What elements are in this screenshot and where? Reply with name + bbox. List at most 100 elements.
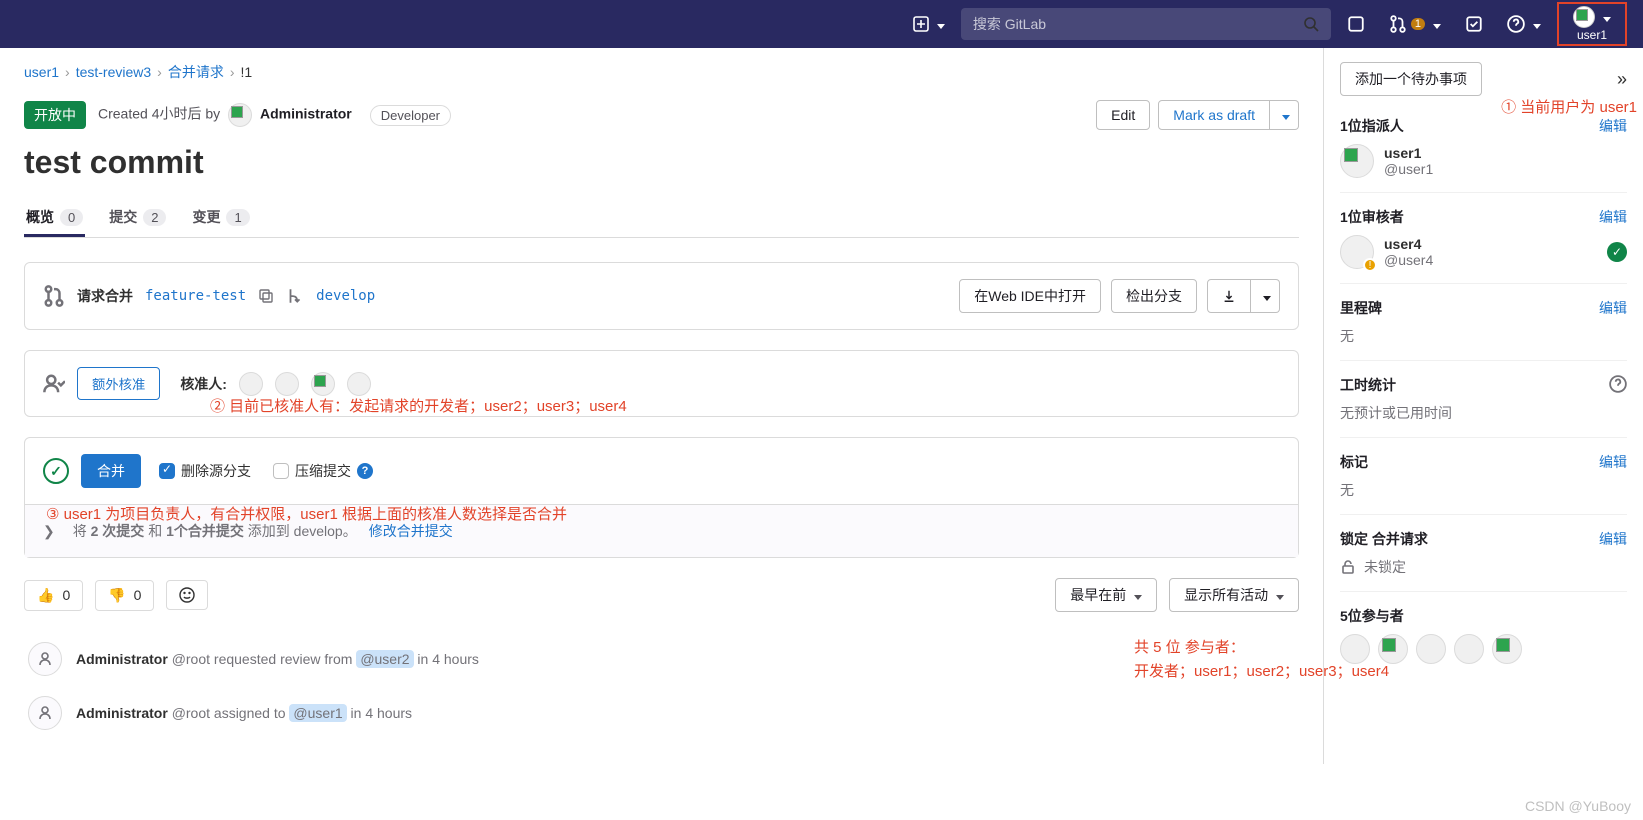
username: user1	[1577, 28, 1607, 42]
thumbs-up-button[interactable]: 👍 0	[24, 580, 83, 611]
reviewer-avatar[interactable]: !	[1340, 235, 1374, 269]
participant-avatar[interactable]	[1454, 634, 1484, 664]
filter-all-button[interactable]: 显示所有活动	[1169, 578, 1299, 612]
user-icon	[28, 696, 62, 730]
delete-source-checkbox[interactable]: 删除源分支	[159, 461, 251, 481]
approver-avatar-4[interactable]	[347, 372, 371, 396]
timeline-item: Administrator @root requested review fro…	[24, 632, 1299, 686]
user-mention[interactable]: @user1	[289, 704, 346, 722]
search-field[interactable]	[973, 16, 1303, 32]
approvers-label: 核准人:	[180, 376, 227, 392]
participant-avatar[interactable]	[1416, 634, 1446, 664]
open-web-ide-button[interactable]: 在Web IDE中打开	[959, 279, 1101, 313]
timeline-author[interactable]: Administrator	[76, 705, 168, 721]
into-icon	[286, 287, 304, 305]
assignee-handle: @user1	[1384, 161, 1433, 177]
created-by-text: Created 4小时后 by Administrator	[98, 103, 352, 127]
user-icon	[28, 642, 62, 676]
mark-draft-dropdown[interactable]	[1270, 100, 1299, 130]
tab-changes[interactable]: 变更1	[190, 197, 251, 237]
merge-requests-link[interactable]: 1	[1381, 9, 1449, 39]
labels-value: 无	[1340, 480, 1627, 500]
mr-badge: 1	[1411, 18, 1425, 30]
merge-button[interactable]: 合并	[81, 454, 141, 488]
issues-link[interactable]	[1339, 9, 1373, 39]
warning-icon: !	[1363, 258, 1377, 272]
squash-help-icon[interactable]: ?	[357, 463, 373, 479]
todo-icon	[1465, 15, 1483, 33]
approved-icon: ✓	[1607, 242, 1627, 262]
participants-title: 5位参与者	[1340, 606, 1404, 626]
participant-avatar[interactable]	[1340, 634, 1370, 664]
breadcrumb: user1› test-review3› 合并请求› !1	[24, 62, 1299, 82]
approval-icon	[43, 373, 65, 395]
approver-avatar-2[interactable]	[275, 372, 299, 396]
edit-merge-commit-link[interactable]: 修改合并提交	[369, 521, 453, 541]
merge-request-icon	[43, 285, 65, 307]
edit-lock[interactable]: 编辑	[1599, 529, 1627, 549]
user-menu[interactable]: user1	[1557, 2, 1627, 46]
commits-summary: 将 2 次提交 和 1个合并提交 添加到 develop。	[73, 521, 357, 541]
issues-icon	[1347, 15, 1365, 33]
crumb-user[interactable]: user1	[24, 64, 59, 80]
avatar	[1573, 6, 1595, 28]
reviewer-handle: @user4	[1384, 252, 1433, 268]
approver-avatar-1[interactable]	[239, 372, 263, 396]
milestone-title: 里程碑	[1340, 298, 1382, 318]
assignee-avatar[interactable]	[1340, 144, 1374, 178]
help-link[interactable]	[1499, 9, 1549, 39]
smile-icon	[179, 587, 195, 603]
tab-commits[interactable]: 提交2	[107, 197, 168, 237]
download-dropdown[interactable]	[1251, 279, 1280, 313]
todos-link[interactable]	[1457, 9, 1491, 39]
extra-approve-button[interactable]: 额外核准	[77, 367, 160, 400]
squash-checkbox[interactable]: 压缩提交 ?	[273, 461, 373, 481]
edit-assignees[interactable]: 编辑	[1599, 116, 1627, 136]
assignee-name[interactable]: user1	[1384, 145, 1421, 161]
reviewers-title: 1位审核者	[1340, 207, 1404, 227]
assignees-title: 1位指派人	[1340, 116, 1404, 136]
status-badge: 开放中	[24, 101, 86, 129]
participant-avatar[interactable]	[1378, 634, 1408, 664]
timeline-item: Administrator @root assigned to @user1 i…	[24, 686, 1299, 740]
page-title: test commit	[24, 144, 1299, 181]
add-reaction-button[interactable]	[166, 580, 208, 610]
participant-avatar[interactable]	[1492, 634, 1522, 664]
download-icon	[1222, 289, 1236, 303]
time-title: 工时统计	[1340, 375, 1396, 395]
plus-icon	[913, 16, 929, 32]
request-merge-label: 请求合并	[77, 286, 133, 306]
role-badge: Developer	[370, 105, 451, 126]
collapse-sidebar-button[interactable]: »	[1617, 69, 1627, 90]
copy-branch-button[interactable]	[258, 288, 274, 304]
edit-milestone[interactable]: 编辑	[1599, 298, 1627, 318]
checkout-button[interactable]: 检出分支	[1111, 279, 1197, 313]
new-button[interactable]	[905, 10, 953, 38]
merge-icon	[1389, 15, 1407, 33]
time-help-icon[interactable]	[1609, 375, 1627, 395]
timeline-author[interactable]: Administrator	[76, 651, 168, 667]
edit-button[interactable]: Edit	[1096, 100, 1150, 130]
tab-overview[interactable]: 概览0	[24, 197, 85, 237]
source-branch-link[interactable]: feature-test	[145, 288, 246, 304]
edit-labels[interactable]: 编辑	[1599, 452, 1627, 472]
download-button[interactable]	[1207, 279, 1251, 313]
lock-value: 未锁定	[1364, 557, 1406, 577]
approver-avatar-3[interactable]	[311, 372, 335, 396]
chevron-right-icon: ❯	[43, 523, 55, 540]
search-input[interactable]	[961, 8, 1331, 40]
commits-summary-row[interactable]: ❯ 将 2 次提交 和 1个合并提交 添加到 develop。 修改合并提交	[25, 504, 1298, 557]
crumb-mr[interactable]: 合并请求	[168, 62, 224, 82]
reviewer-name[interactable]: user4	[1384, 236, 1421, 252]
unlock-icon	[1340, 559, 1356, 575]
user-mention[interactable]: @user2	[356, 650, 413, 668]
crumb-id: !1	[241, 64, 253, 80]
thumbs-down-button[interactable]: 👎 0	[95, 580, 154, 611]
add-todo-button[interactable]: 添加一个待办事项	[1340, 62, 1482, 96]
crumb-project[interactable]: test-review3	[76, 64, 151, 80]
labels-title: 标记	[1340, 452, 1368, 472]
edit-reviewers[interactable]: 编辑	[1599, 207, 1627, 227]
target-branch-link[interactable]: develop	[316, 288, 375, 304]
mark-draft-button[interactable]: Mark as draft	[1158, 100, 1270, 130]
sort-oldest-button[interactable]: 最早在前	[1055, 578, 1157, 612]
